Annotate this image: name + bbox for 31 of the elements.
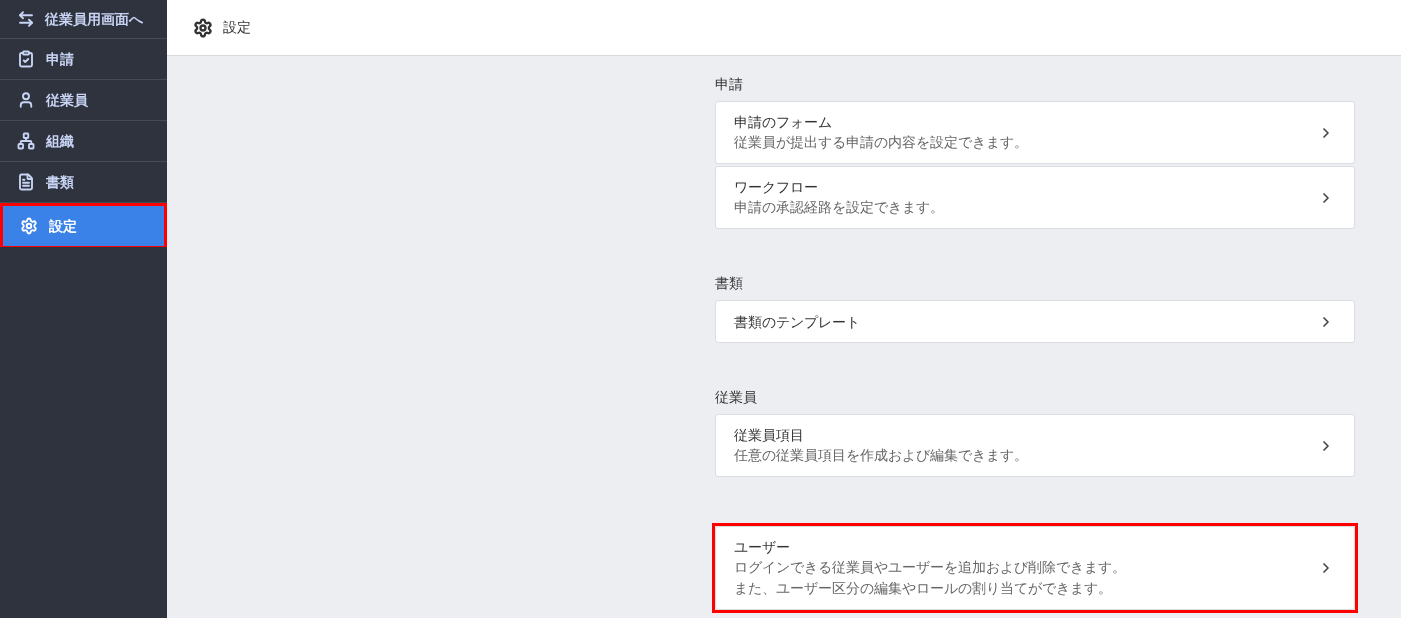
person-icon <box>17 91 35 109</box>
sidebar-item[interactable]: 組織 <box>0 121 167 161</box>
settings-card[interactable]: ワークフロー 申請の承認経路を設定できます。 <box>715 166 1355 229</box>
org-chart-icon <box>17 132 35 150</box>
clipboard-check-icon <box>17 50 35 68</box>
card-description: 申請の承認経路を設定できます。 <box>734 198 945 217</box>
card-title: 従業員項目 <box>734 426 805 445</box>
page-title: 設定 <box>223 18 251 37</box>
settings-icon <box>193 17 213 38</box>
card-title: 書類のテンプレート <box>734 312 861 332</box>
sidebar-item[interactable]: 従業員 <box>0 80 167 120</box>
settings-card[interactable]: ユーザー ログインできる従業員やユーザーを追加および削除できます。 また、ユーザー区分の編集やロールの割り当てができます。 <box>715 526 1355 610</box>
card-title: 申請のフォーム <box>734 113 833 132</box>
card-description: 従業員が提出する申請の内容を設定できます。 <box>734 133 1029 152</box>
card-description: ログインできる従業員やユーザーを追加および削除できます。 <box>734 558 1127 577</box>
swap-arrows-icon <box>17 10 35 28</box>
sidebar-item[interactable]: 設定 <box>3 206 164 246</box>
settings-card[interactable]: 書類のテンプレート <box>715 300 1355 343</box>
section-heading: 申請 <box>715 75 744 94</box>
settings-card[interactable]: 従業員項目 任意の従業員項目を作成および編集できます。 <box>715 414 1355 477</box>
card-title: ユーザー <box>734 538 791 557</box>
card-title: ワークフロー <box>734 178 819 197</box>
card-description: また、ユーザー区分の編集やロールの割り当てができます。 <box>734 579 1113 598</box>
section-heading: 書類 <box>715 274 744 293</box>
sidebar-item[interactable]: 書類 <box>0 162 167 202</box>
settings-card[interactable]: 申請のフォーム 従業員が提出する申請の内容を設定できます。 <box>715 101 1355 164</box>
card-description: 任意の従業員項目を作成および編集できます。 <box>734 446 1029 465</box>
section-heading: 従業員 <box>715 388 758 407</box>
sidebar-item[interactable]: 申請 <box>0 39 167 79</box>
document-icon <box>17 173 35 191</box>
settings-icon <box>20 217 38 235</box>
